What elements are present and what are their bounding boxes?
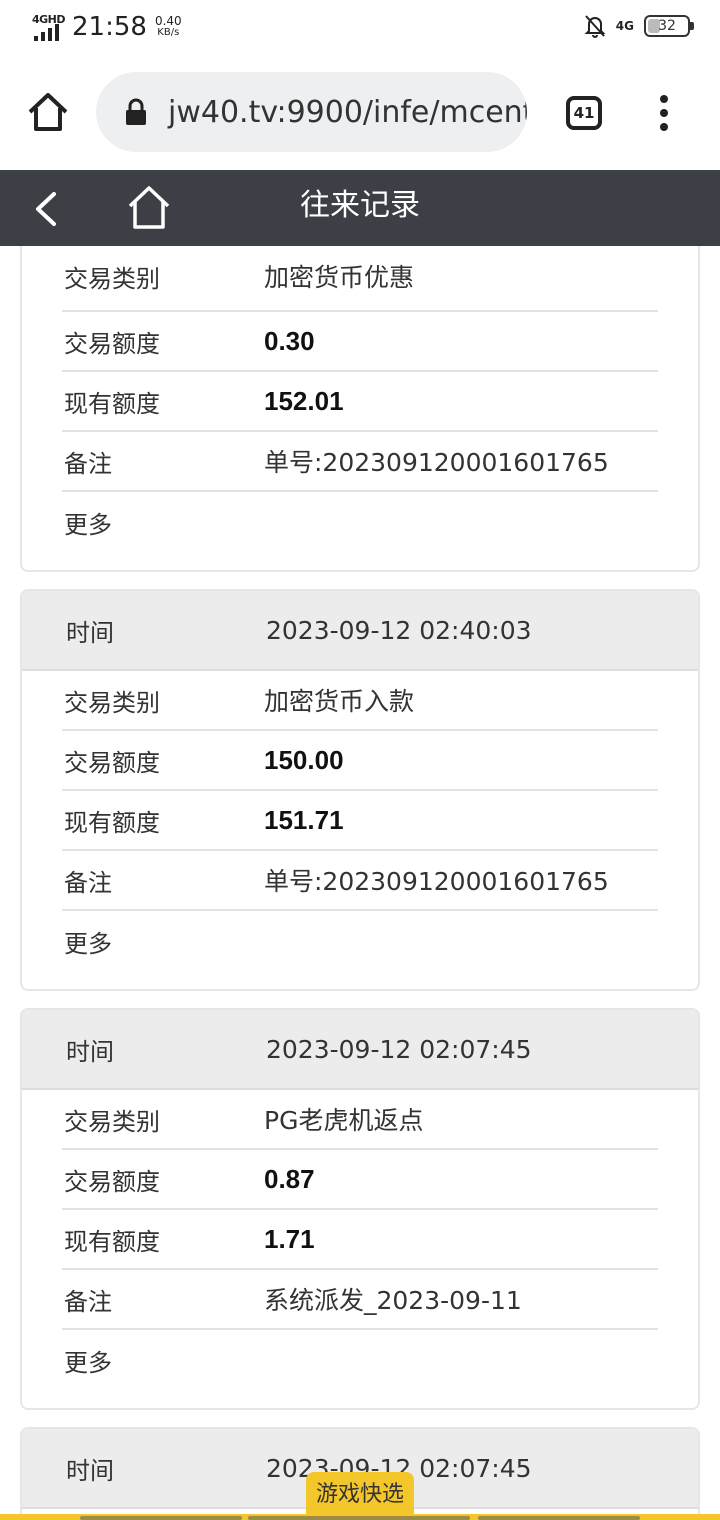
time-value: 2023-09-12 02:40:03 (266, 615, 532, 645)
balance-value: 151.71 (264, 804, 344, 835)
record-card: 时间 2023-09-12 02:07:45 交易类别 PG老虎机返点 交易额度… (20, 1008, 700, 1410)
type-label: 交易类别 (64, 688, 160, 717)
more-link[interactable]: 更多 (62, 492, 658, 552)
more-link[interactable]: 更多 (62, 1330, 658, 1390)
tab-switcher-button[interactable]: 41 (566, 96, 602, 130)
record-balance-row: 现有额度 151.71 (62, 791, 658, 851)
balance-label: 现有额度 (64, 1227, 160, 1256)
address-bar[interactable]: jw40.tv:9900/infe/mcenter (96, 72, 527, 152)
record-note-row: 备注 单号:202309120001601765 (62, 432, 658, 492)
record-type-row: 交易类别 PG老虎机返点 (62, 1090, 658, 1150)
battery-icon: 32 (644, 15, 694, 37)
url-text: jw40.tv:9900/infe/mcenter (168, 94, 527, 130)
note-label: 备注 (64, 1287, 112, 1316)
net-speed: 0.40 KB/s (155, 15, 182, 39)
time-label: 时间 (66, 1037, 114, 1066)
note-label: 备注 (64, 449, 112, 478)
time-label: 时间 (66, 1456, 114, 1485)
back-icon[interactable] (30, 190, 64, 228)
record-balance-row: 现有额度 152.01 (62, 372, 658, 432)
status-bar: 4GHD 21:58 0.40 KB/s 4G 32 (0, 0, 720, 56)
battery-level: 32 (658, 18, 676, 34)
lock-icon (126, 98, 146, 125)
game-quick-pick-button[interactable]: 游戏快选 (306, 1472, 414, 1518)
balance-label: 现有额度 (64, 389, 160, 418)
balance-label: 现有额度 (64, 808, 160, 837)
more-label: 更多 (64, 1348, 112, 1377)
record-note-row: 备注 系统派发_2023-09-11 (62, 1270, 658, 1330)
browser-home-icon[interactable] (26, 90, 70, 134)
type-value: 加密货币优惠 (264, 263, 415, 292)
home-icon[interactable] (126, 184, 172, 232)
page-title: 往来记录 (300, 188, 420, 223)
status-left: 4GHD 21:58 0.40 KB/s (32, 12, 182, 42)
amount-label: 交易额度 (64, 1167, 160, 1196)
record-amount-row: 交易额度 0.30 (62, 312, 658, 372)
cell-signal-icon: 4GHD (32, 13, 66, 41)
time-label: 时间 (66, 618, 114, 647)
more-link[interactable]: 更多 (62, 911, 658, 971)
record-time-row: 时间 2023-09-12 02:07:45 (22, 1010, 698, 1090)
clock: 21:58 (72, 12, 147, 42)
net-speed-unit: KB/s (157, 27, 180, 38)
type-value: PG老虎机返点 (264, 1106, 424, 1135)
browser-toolbar: jw40.tv:9900/infe/mcenter 41 (0, 56, 720, 170)
network-4g-icon: 4G (615, 19, 634, 33)
silent-bell-icon (584, 15, 606, 38)
balance-value: 1.71 (264, 1223, 315, 1254)
amount-value: 0.87 (264, 1163, 315, 1194)
bottom-bar (0, 1514, 720, 1520)
status-right: 4G 32 (584, 14, 694, 38)
record-type-row: 交易类别 加密货币入款 (62, 671, 658, 731)
app-header: 往来记录 (0, 170, 720, 246)
type-value: 加密货币入款 (264, 687, 415, 716)
record-amount-row: 交易额度 150.00 (62, 731, 658, 791)
more-label: 更多 (64, 510, 112, 539)
records-list: 交易类别 加密货币优惠 交易额度 0.30 现有额度 152.01 备注 单号:… (0, 246, 720, 1520)
type-label: 交易类别 (64, 264, 160, 293)
amount-value: 150.00 (264, 744, 344, 775)
record-card: 时间 2023-09-12 02:40:03 交易类别 加密货币入款 交易额度 … (20, 589, 700, 991)
note-value: 单号:202309120001601765 (264, 867, 609, 896)
amount-value: 0.30 (264, 325, 315, 356)
record-time-row: 时间 2023-09-12 02:40:03 (22, 591, 698, 671)
note-label: 备注 (64, 868, 112, 897)
note-value: 单号:202309120001601765 (264, 448, 609, 477)
time-value: 2023-09-12 02:07:45 (266, 1034, 532, 1064)
amount-label: 交易额度 (64, 329, 160, 358)
type-label: 交易类别 (64, 1107, 160, 1136)
record-amount-row: 交易额度 0.87 (62, 1150, 658, 1210)
more-menu-icon[interactable] (656, 94, 672, 132)
more-label: 更多 (64, 929, 112, 958)
note-value: 系统派发_2023-09-11 (264, 1286, 522, 1315)
record-type-row: 交易类别 加密货币优惠 (62, 246, 658, 312)
amount-label: 交易额度 (64, 748, 160, 777)
record-note-row: 备注 单号:202309120001601765 (62, 851, 658, 911)
record-balance-row: 现有额度 1.71 (62, 1210, 658, 1270)
record-card: 交易类别 加密货币优惠 交易额度 0.30 现有额度 152.01 备注 单号:… (20, 246, 700, 572)
net-speed-value: 0.40 (154, 14, 182, 28)
balance-value: 152.01 (264, 385, 344, 416)
